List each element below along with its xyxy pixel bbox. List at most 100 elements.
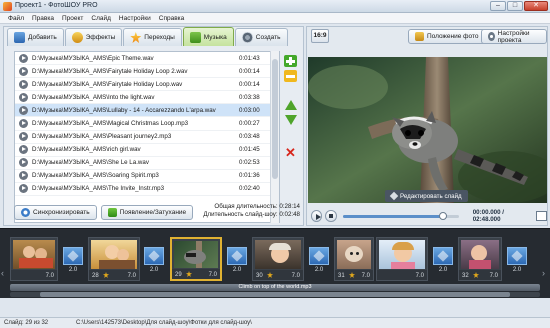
track-path: D:\Музыка\МУЗЫКА_AMS\Into the light.wav [32, 93, 155, 101]
list-item[interactable]: D:\Музыка\МУЗЫКА_AMS\rich girl.wav 0:01:4… [15, 144, 279, 157]
tab-create[interactable]: Создать [234, 28, 288, 46]
timeline-transition[interactable]: 2.0 [432, 247, 454, 279]
stop-button[interactable] [325, 210, 337, 222]
transition-duration: 2.0 [314, 267, 324, 273]
music-track-bar[interactable]: Climb on top of the world.mp3 [10, 284, 540, 291]
slide-thumbnail [255, 240, 301, 269]
list-item[interactable]: D:\Музыка\МУЗЫКА_AMS\Magical Christmas L… [15, 117, 279, 131]
timeline-slide-active[interactable]: 29 7.0 [170, 237, 222, 281]
slideshow-duration-label: Длительность слайд-шоу: [203, 211, 278, 218]
timeline-transition[interactable]: 2.0 [143, 247, 165, 279]
timeline-transition[interactable]: 2.0 [226, 247, 248, 279]
timeline: ‹ › 7.0 2.0 28 7.0 2.0 29 7.0 2.0 30 7.0… [0, 228, 550, 298]
play-track-icon[interactable] [19, 92, 28, 102]
scrollbar-thumb[interactable] [272, 59, 278, 179]
tab-create-label: Создать [255, 34, 281, 41]
effects-icon [71, 32, 83, 43]
play-track-icon[interactable] [19, 53, 28, 63]
play-track-icon[interactable] [19, 66, 28, 76]
timeline-slide[interactable]: 31 7.0 [334, 237, 374, 281]
menu-file[interactable]: Файл [4, 13, 28, 23]
move-up-button[interactable] [284, 99, 297, 111]
maximize-button[interactable]: □ [507, 1, 523, 11]
list-item[interactable]: D:\Музыка\МУЗЫКА_AMS\Epic Theme.wav 0:01:… [15, 52, 279, 66]
timeline-scrollbar-thumb[interactable] [40, 292, 510, 297]
list-item[interactable]: D:\Музыка\МУЗЫКА_AMS\Fairytale Holiday L… [15, 65, 279, 79]
remove-music-button[interactable] [284, 70, 297, 82]
menu-help[interactable]: Справка [155, 13, 189, 23]
tab-transitions-label: Переходы [144, 34, 175, 41]
play-track-icon[interactable] [19, 79, 28, 89]
menu-settings[interactable]: Настройки [115, 13, 155, 23]
effect-star-icon [186, 271, 192, 277]
tab-add[interactable]: Добавить [7, 28, 64, 46]
minimize-button[interactable]: – [490, 1, 506, 11]
track-path: D:\Музыка\МУЗЫКА_AMS\Fairytale Holiday L… [32, 67, 188, 75]
play-track-icon[interactable] [19, 171, 28, 181]
play-track-icon[interactable] [19, 119, 28, 129]
timeline-slide[interactable]: 32 7.0 [458, 237, 502, 281]
project-settings-button[interactable]: Настройки проекта [481, 29, 547, 44]
edit-slide-button[interactable]: Редактировать слайд [385, 190, 468, 202]
fade-button[interactable]: Появление/Затухание [100, 205, 194, 220]
synchronize-button[interactable]: Синхронизировать [14, 205, 97, 220]
add-music-button[interactable] [284, 55, 297, 67]
list-item[interactable]: D:\Музыка\МУЗЫКА_AMS\The Invite_Instr.mp… [15, 183, 279, 197]
play-track-icon[interactable] [19, 105, 28, 115]
play-track-icon[interactable] [19, 158, 28, 168]
move-down-button[interactable] [284, 114, 297, 126]
slide-duration: 7.0 [45, 273, 54, 279]
slide-number: 28 [92, 273, 99, 279]
transition-icon [433, 247, 453, 265]
slide-duration: 7.0 [291, 273, 300, 279]
list-item[interactable]: D:\Музыка\МУЗЫКА_AMS\She Le La.wav 0:02:5… [15, 157, 279, 170]
slide-strip: ‹ › 7.0 2.0 28 7.0 2.0 29 7.0 2.0 30 7.0… [0, 231, 550, 283]
timeline-slide[interactable]: 30 7.0 [252, 237, 304, 281]
music-list[interactable]: D:\Музыка\МУЗЫКА_AMS\Epic Theme.wav 0:01:… [14, 51, 280, 223]
title-bar: Проект1 - ФотоШОУ PRO – □ ✕ [0, 0, 550, 13]
timeline-scrollbar[interactable] [10, 292, 540, 297]
photo-position-button[interactable]: Положение фото [408, 29, 486, 44]
effect-star-icon [349, 272, 355, 278]
menu-edit[interactable]: Правка [28, 13, 58, 23]
timeline-slide[interactable]: 28 7.0 [88, 237, 140, 281]
scroll-right-icon[interactable]: › [542, 268, 550, 278]
current-folder-path: C:\Users\142573\Desktop\Для слайд-шоу\Фо… [76, 320, 252, 326]
play-button[interactable] [311, 210, 323, 222]
scroll-left-icon[interactable]: ‹ [1, 268, 9, 278]
close-button[interactable]: ✕ [524, 1, 548, 11]
slide-preview [308, 57, 547, 203]
menu-project[interactable]: Проект [58, 13, 87, 23]
list-item[interactable]: D:\Музыка\МУЗЫКА_AMS\Into the light.wav 0… [15, 91, 279, 105]
tab-effects[interactable]: Эффекты [64, 28, 123, 46]
play-track-icon[interactable] [19, 145, 28, 155]
tab-music[interactable]: Музыка [182, 27, 234, 46]
delete-music-button[interactable]: ✕ [284, 146, 297, 159]
add-photo-icon [14, 32, 25, 43]
list-item[interactable]: D:\Музыка\МУЗЫКА_AMS\Soaring Spirit.mp3 0… [15, 170, 279, 183]
list-item[interactable]: D:\Музыка\МУЗЫКА_AMS\Fairytale Holiday L… [15, 78, 279, 92]
fullscreen-icon[interactable] [536, 211, 547, 221]
aspect-ratio-button[interactable]: 16:9 [311, 29, 329, 43]
list-item[interactable]: D:\Музыка\МУЗЫКА_AMS\Pleasant journey2.m… [15, 131, 279, 144]
music-list-scrollbar[interactable] [270, 51, 279, 223]
transition-icon [144, 247, 164, 265]
effect-star-icon [267, 272, 273, 278]
timeline-slide[interactable]: 7.0 [376, 237, 428, 281]
list-item-selected[interactable]: D:\Музыка\МУЗЫКА_AMS\Lullaby - 14 - Acca… [15, 104, 279, 118]
timeline-transition[interactable]: 2.0 [506, 247, 528, 279]
menu-slide[interactable]: Слайд [87, 13, 115, 23]
total-duration-label: Общая длительность: [214, 203, 278, 210]
timeline-slide[interactable]: 7.0 [10, 237, 58, 281]
slide-thumbnail [337, 240, 371, 269]
project-settings-label: Настройки проекта [497, 29, 530, 44]
timeline-transition[interactable]: 2.0 [308, 247, 330, 279]
play-track-icon[interactable] [19, 132, 28, 142]
timeline-transition[interactable]: 2.0 [62, 247, 84, 279]
seek-slider[interactable] [342, 211, 459, 220]
seek-handle[interactable] [438, 211, 447, 220]
tab-transitions[interactable]: Переходы [123, 28, 182, 46]
fade-label: Появление/Затухание [119, 209, 187, 216]
transition-duration: 2.0 [68, 267, 78, 273]
play-track-icon[interactable] [19, 184, 28, 194]
